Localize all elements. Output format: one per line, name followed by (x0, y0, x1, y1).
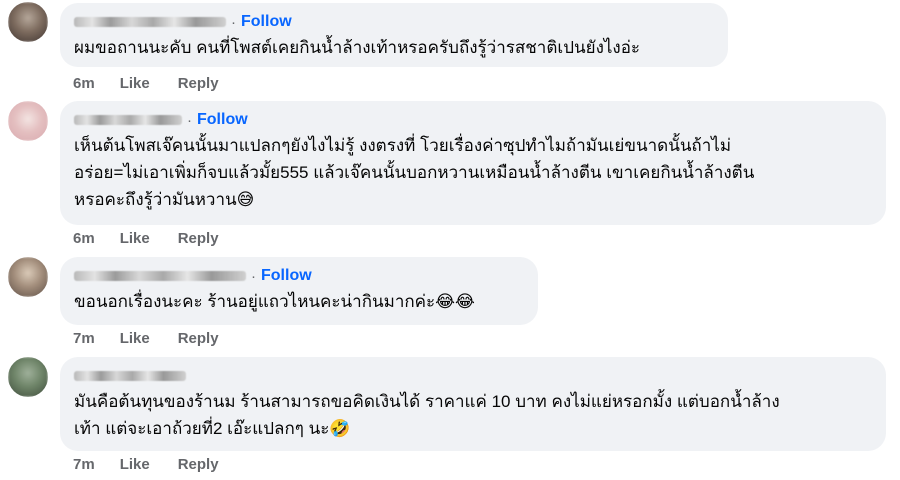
comment-header: · Follow (74, 266, 524, 286)
like-button[interactable]: Like (120, 230, 150, 247)
rofl-emoji: 🤣 (329, 419, 351, 439)
timestamp[interactable]: 6m (73, 75, 95, 92)
comment-text: ผมขอถานนะคับ คนที่โพสต์เคยกินน้ำล้างเท้า… (74, 38, 641, 57)
comment-bubble: · Follow ขอนอกเรื่องนะคะ ร้านอยู่แถวไหนค… (60, 257, 538, 325)
like-button[interactable]: Like (120, 330, 150, 347)
follow-button[interactable]: Follow (197, 111, 248, 129)
separator-dot: · (231, 13, 236, 31)
comment-bubble: มันคือต้นทุนของร้านม ร้านสามารถขอคิดเงิน… (60, 357, 886, 451)
author-name-blurred[interactable] (74, 17, 226, 27)
reply-button[interactable]: Reply (178, 230, 219, 247)
avatar[interactable] (8, 101, 48, 141)
comment-actions: 6m Like Reply (73, 230, 247, 247)
follow-button[interactable]: Follow (241, 13, 292, 31)
sweat-smile-emoji: 😅 (236, 190, 255, 210)
tears-of-joy-emoji: 😂😂 (435, 292, 475, 312)
timestamp[interactable]: 7m (73, 456, 95, 473)
comment-text: ขอนอกเรื่องนะคะ ร้านอยู่แถวไหนคะน่ากินมา… (74, 288, 524, 316)
timestamp[interactable]: 6m (73, 230, 95, 247)
timestamp[interactable]: 7m (73, 330, 95, 347)
separator-dot: · (251, 267, 256, 285)
comment-text: มันคือต้นทุนของร้านม ร้านสามารถขอคิดเงิน… (74, 388, 872, 443)
like-button[interactable]: Like (120, 456, 150, 473)
comment-bubble: · Follow ผมขอถานนะคับ คนที่โพสต์เคยกินน้… (60, 3, 728, 67)
comment-actions: 7m Like Reply (73, 330, 247, 347)
comment-bubble: · Follow เห็นต้นโพสเจ๊คนนั้นมาแปลกๆยังไง… (60, 101, 886, 225)
comment-header: · Follow (74, 110, 872, 130)
comment-text: เห็นต้นโพสเจ๊คนนั้นมาแปลกๆยังไงไม่รู้ งง… (74, 132, 872, 214)
reply-button[interactable]: Reply (178, 75, 219, 92)
separator-dot: · (187, 111, 192, 129)
follow-button[interactable]: Follow (261, 267, 312, 285)
comment-actions: 6m Like Reply (73, 75, 247, 92)
reply-button[interactable]: Reply (178, 330, 219, 347)
author-name-blurred[interactable] (74, 371, 186, 381)
avatar[interactable] (8, 2, 48, 42)
author-name-blurred[interactable] (74, 115, 182, 125)
reply-button[interactable]: Reply (178, 456, 219, 473)
comment-header (74, 366, 872, 386)
author-name-blurred[interactable] (74, 271, 246, 281)
comment-actions: 7m Like Reply (73, 456, 247, 473)
avatar[interactable] (8, 257, 48, 297)
comment-header: · Follow (74, 12, 714, 32)
like-button[interactable]: Like (120, 75, 150, 92)
avatar[interactable] (8, 357, 48, 397)
